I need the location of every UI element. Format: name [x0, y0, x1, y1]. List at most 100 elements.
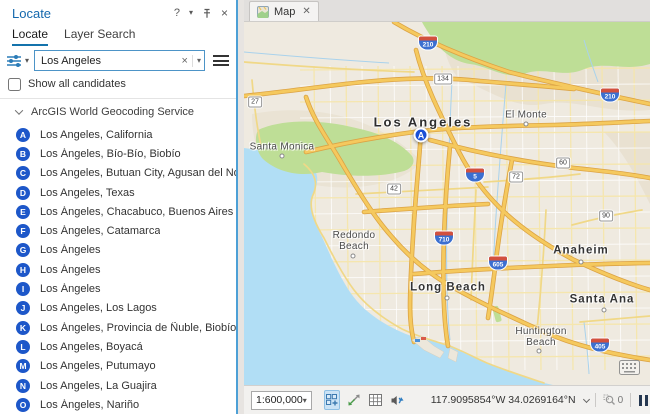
menu-icon[interactable]: [212, 53, 230, 68]
grid-toggle-button[interactable]: [324, 390, 340, 410]
scale-value: 1:600,000: [256, 394, 303, 406]
table-button[interactable]: [368, 390, 383, 410]
coordinate-display[interactable]: 117.9095854°W 34.0269164°N: [431, 394, 589, 406]
result-label: Los Angeles, California: [40, 129, 153, 141]
locate-result-G[interactable]: G Los Ángeles: [0, 241, 236, 260]
pause-drawing-button[interactable]: [638, 395, 649, 406]
locate-panel-header: Locate ? ▾ ×: [0, 0, 236, 24]
map-view-tab[interactable]: Map ✕: [249, 1, 319, 21]
city-dot-santa-ana: [602, 308, 607, 313]
view-tab-bar: Map ✕: [244, 0, 650, 22]
result-letter-badge: J: [16, 301, 30, 315]
locate-result-A[interactable]: ALos Angeles, California: [0, 125, 236, 144]
locate-result-B[interactable]: BLos Ángeles, Bío-Bío, Biobío: [0, 144, 236, 163]
divider: [192, 55, 193, 67]
map-label-santa-monica: Santa Monica: [250, 141, 315, 152]
map-label-el-monte: El Monte: [505, 109, 547, 120]
show-all-candidates-row: Show all candidates: [0, 74, 236, 94]
interstate-shield-710: 710: [435, 232, 453, 245]
locate-result-K[interactable]: KLos Ángeles, Provincia de Ñuble, Biobío: [0, 318, 236, 337]
show-all-candidates-label: Show all candidates: [28, 78, 126, 90]
locate-result-M[interactable]: MLos Angeles, Putumayo: [0, 357, 236, 376]
scale-input[interactable]: 1:600,000 ▾: [251, 391, 312, 410]
coordinate-value: 117.9095854°W 34.0269164°N: [431, 394, 576, 406]
search-box: × ▾: [34, 50, 205, 71]
audio-button[interactable]: [389, 390, 405, 410]
map-status-bar: 1:600,000 ▾: [244, 385, 650, 414]
locate-result-N[interactable]: N Los Angeles, La Guajira: [0, 376, 236, 395]
locate-tabs: Locate Layer Search: [0, 24, 236, 46]
pin-icon[interactable]: [202, 8, 212, 19]
interstate-shield-210: 210: [601, 89, 619, 102]
search-input[interactable]: [35, 55, 204, 67]
search-history-dropdown-icon[interactable]: ▾: [197, 56, 201, 65]
grid-plus-icon: [325, 393, 339, 407]
result-label: Los Angeles, Los Lagos: [40, 302, 157, 314]
result-label: Los Ángeles, Bío-Bío, Biobío: [40, 148, 181, 160]
route-shield-134: 134: [434, 74, 452, 85]
collapse-chevron-icon[interactable]: [15, 106, 23, 114]
result-letter-badge: H: [16, 263, 30, 277]
clear-search-icon[interactable]: ×: [182, 55, 188, 67]
divider: [0, 98, 236, 99]
result-letter-badge: I: [16, 282, 30, 296]
map-canvas[interactable]: Los AngelesEl MonteSanta MonicaRedondoBe…: [244, 22, 650, 385]
keyboard-shortcuts-icon[interactable]: [619, 360, 640, 378]
route-shield-42: 42: [387, 184, 401, 195]
coordinate-dropdown-icon[interactable]: [583, 395, 590, 402]
filter-dropdown-icon[interactable]: ▾: [25, 56, 29, 65]
search-options-button[interactable]: ▾: [4, 52, 31, 70]
interstate-shield-210: 210: [419, 37, 437, 50]
map-label-santa-ana: Santa Ana: [570, 294, 635, 307]
selection-count[interactable]: 0: [603, 394, 624, 406]
result-letter-badge: K: [16, 321, 30, 335]
locate-result-F[interactable]: FLos Ángeles, Catamarca: [0, 221, 236, 240]
tab-layer-search[interactable]: Layer Search: [64, 27, 135, 46]
locate-result-L[interactable]: LLos Angeles, Boyacá: [0, 337, 236, 356]
city-dot-santa-monica: [280, 154, 285, 159]
result-label: Los Ángeles, Catamarca: [40, 225, 160, 237]
scale-dropdown-icon[interactable]: ▾: [303, 396, 307, 405]
locate-result-O[interactable]: OLos Ángeles, Nariño: [0, 395, 236, 414]
locate-result-I[interactable]: ILos Ángeles: [0, 279, 236, 298]
locate-result-H[interactable]: HLos Ángeles: [0, 260, 236, 279]
map-label-redondo-beach: RedondoBeach: [333, 230, 376, 252]
divider: [630, 393, 631, 407]
result-letter-badge: E: [16, 205, 30, 219]
speaker-icon: [390, 394, 404, 407]
result-label: Los Angeles, Boyacá: [40, 341, 143, 353]
map-label-huntington-beach: HuntingtonBeach: [515, 326, 566, 348]
result-letter-badge: G: [16, 243, 30, 257]
map-label-anaheim: Anaheim: [553, 245, 609, 258]
interstate-shield-5: 5: [466, 169, 484, 182]
swap-arrows-icon: [347, 393, 361, 407]
result-label: Los Ángeles, Chacabuco, Buenos Aires: [40, 206, 233, 218]
city-dot-anaheim: [579, 260, 584, 265]
tab-locate[interactable]: Locate: [12, 27, 48, 46]
map-area: Map ✕: [244, 0, 650, 414]
close-icon[interactable]: ×: [221, 7, 228, 19]
chevron-down-icon[interactable]: ▾: [189, 9, 193, 17]
locate-result-C[interactable]: CLos Angeles, Butuan City, Agusan del No…: [0, 164, 236, 183]
route-shield-27: 27: [248, 97, 262, 108]
result-letter-badge: M: [16, 359, 30, 373]
result-label: Los Ángeles: [40, 244, 101, 256]
locate-result-J[interactable]: J Los Angeles, Los Lagos: [0, 299, 236, 318]
show-all-candidates-checkbox[interactable]: [8, 78, 21, 91]
result-letter-badge: D: [16, 186, 30, 200]
route-shield-72: 72: [509, 172, 523, 183]
result-letter-badge: C: [16, 166, 30, 180]
map-label-long-beach: Long Beach: [410, 282, 486, 295]
help-icon[interactable]: ?: [174, 8, 180, 19]
locate-result-D[interactable]: DLos Angeles, Texas: [0, 183, 236, 202]
geocoding-service-header[interactable]: ArcGIS World Geocoding Service: [0, 101, 236, 122]
result-pin-A[interactable]: A: [414, 128, 429, 143]
search-row: ▾ × ▾: [0, 46, 236, 74]
panel-title: Locate: [12, 6, 51, 21]
animation-button[interactable]: [346, 390, 362, 410]
locate-result-E[interactable]: E Los Ángeles, Chacabuco, Buenos Aires: [0, 202, 236, 221]
close-tab-icon[interactable]: ✕: [302, 6, 310, 17]
result-letter-badge: N: [16, 379, 30, 393]
result-label: Los Angeles, La Guajira: [40, 380, 157, 392]
city-dot-huntington-beach: [537, 349, 542, 354]
